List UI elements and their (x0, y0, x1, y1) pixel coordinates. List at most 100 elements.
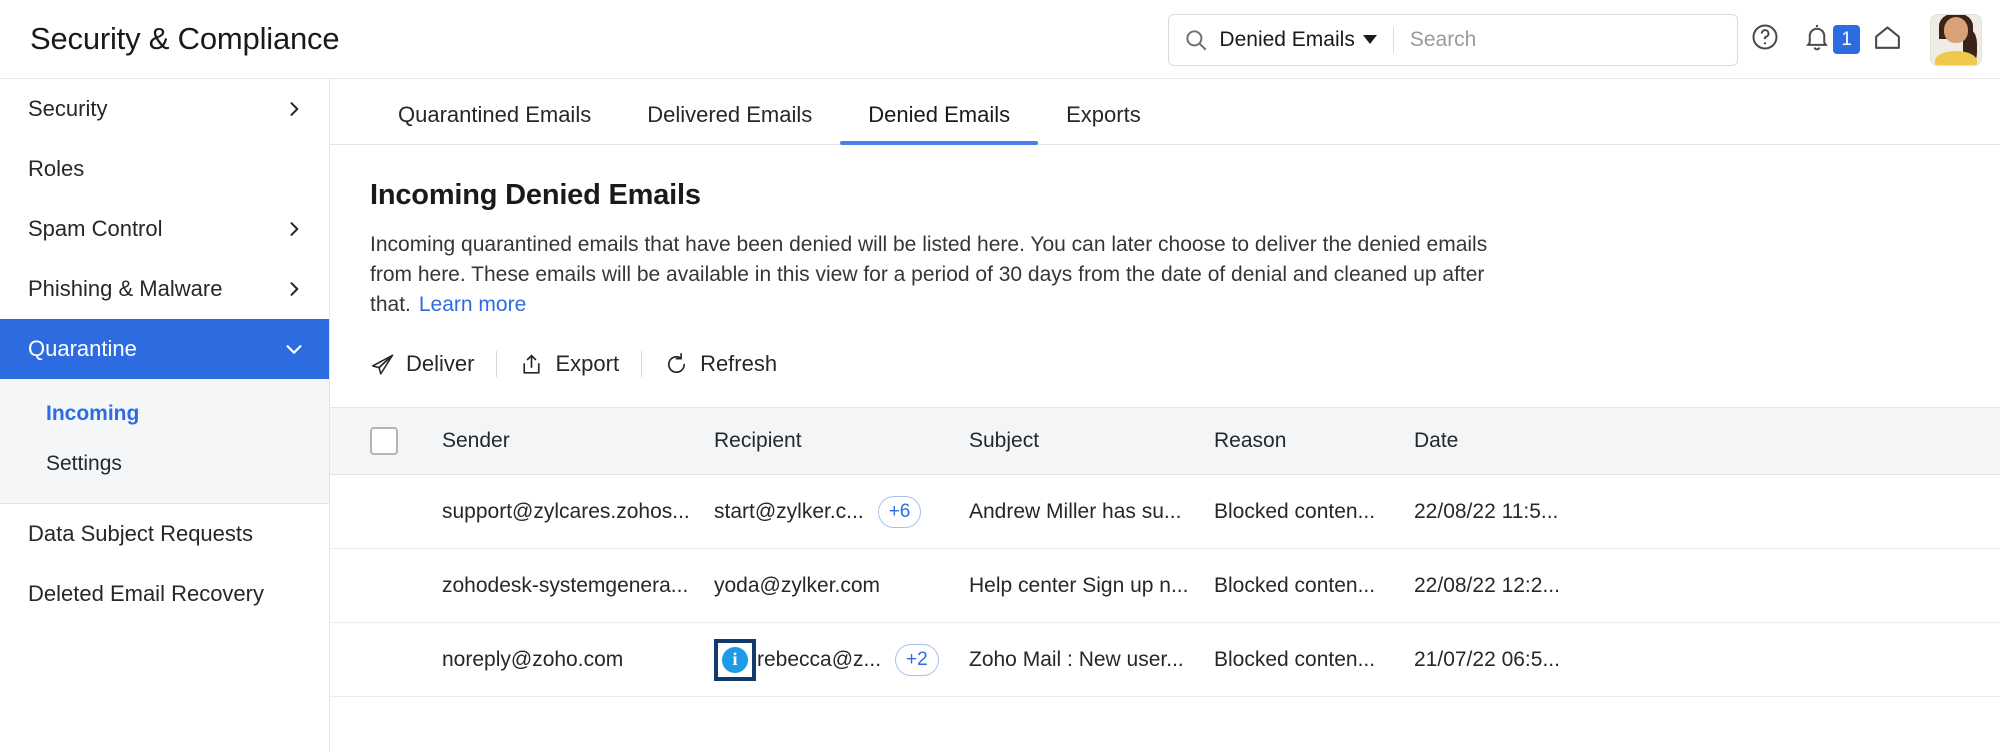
action-toolbar: Deliver Export Refresh (330, 345, 2000, 383)
help-button[interactable] (1738, 13, 1792, 67)
info-icon-focus-outline[interactable]: i (714, 638, 756, 681)
description-text: Incoming quarantined emails that have be… (370, 233, 1488, 316)
sidebar-item-roles[interactable]: Roles (0, 139, 329, 199)
cell-recipient: start@zylker.c... +6 (714, 495, 969, 528)
table-row[interactable]: support@zylcares.zohos... start@zylker.c… (330, 475, 2000, 550)
tab-label: Exports (1066, 102, 1141, 127)
cell-reason: Blocked conten... (1214, 573, 1376, 597)
top-bar-right-group: Denied Emails Search 1 (1168, 0, 2000, 79)
tab-delivered-emails[interactable]: Delivered Emails (619, 102, 840, 144)
sidebar-item-quarantine[interactable]: Quarantine (0, 319, 329, 379)
tab-denied-emails[interactable]: Denied Emails (840, 102, 1038, 145)
column-header-recipient[interactable]: Recipient (714, 429, 969, 453)
upload-box-icon (519, 352, 544, 377)
page-title: Security & Compliance (30, 21, 340, 56)
refresh-icon (664, 352, 689, 377)
content-area: Incoming Denied Emails Incoming quaranti… (330, 145, 2000, 752)
app-root: Security & Compliance Denied Emails Sear… (0, 0, 2000, 752)
tab-bar: Quarantined Emails Delivered Emails Deni… (330, 79, 2000, 145)
bell-icon (1802, 22, 1832, 57)
cell-date: 21/07/22 06:5... (1414, 647, 1560, 671)
refresh-button[interactable]: Refresh (664, 345, 795, 383)
table-row[interactable]: noreply@zoho.com i rebecca@z... +2 Zoho … (330, 623, 2000, 698)
row-select-cell (370, 646, 442, 674)
cell-sender: support@zylcares.zohos... (442, 499, 690, 523)
tab-label: Delivered Emails (647, 102, 813, 127)
chevron-down-icon (1362, 35, 1377, 44)
tab-quarantined-emails[interactable]: Quarantined Emails (370, 102, 619, 144)
paper-plane-icon (370, 352, 395, 377)
row-select-cell (370, 498, 442, 526)
top-bar: Security & Compliance Denied Emails Sear… (0, 0, 2000, 79)
sidebar-item-data-subject-requests[interactable]: Data Subject Requests (0, 504, 329, 564)
sidebar-item-label: Roles (28, 156, 85, 181)
export-button[interactable]: Export (519, 345, 637, 383)
cell-recipient: i rebecca@z... +2 (714, 638, 969, 681)
section-title: Incoming Denied Emails (370, 179, 701, 211)
sidebar-item-label: Quarantine (28, 336, 137, 361)
cell-sender: noreply@zoho.com (442, 647, 624, 671)
cell-reason: Blocked conten... (1214, 499, 1376, 523)
sidebar-subgroup-quarantine: Incoming Settings (0, 379, 329, 504)
deliver-button[interactable]: Deliver (370, 345, 492, 383)
chevron-right-icon (283, 218, 305, 240)
info-icon[interactable]: i (722, 646, 748, 673)
chevron-down-icon (283, 338, 305, 360)
table-header-row: Sender Recipient Subject Reason Date (330, 407, 2000, 476)
column-header-date[interactable]: Date (1414, 429, 1644, 453)
tab-exports[interactable]: Exports (1038, 102, 1169, 144)
cell-reason: Blocked conten... (1214, 647, 1376, 671)
main-content: Quarantined Emails Delivered Emails Deni… (330, 79, 2000, 752)
search-scope-selector[interactable]: Denied Emails (1219, 27, 1377, 52)
recipient-text: rebecca@z... (757, 647, 882, 671)
body-container: Security Roles Spam Control Phishing & M… (0, 79, 2000, 752)
toolbar-divider (496, 351, 498, 378)
search-divider (1392, 26, 1394, 53)
column-header-reason[interactable]: Reason (1214, 429, 1414, 453)
avatar[interactable] (1930, 13, 1982, 66)
recipient-more-badge[interactable]: +6 (877, 495, 922, 528)
sidebar-item-label: Deleted Email Recovery (28, 581, 264, 606)
avatar-face (1944, 16, 1968, 43)
sidebar-item-spam-control[interactable]: Spam Control (0, 199, 329, 259)
denied-emails-table: Sender Recipient Subject Reason Date sup… (330, 407, 2000, 698)
sidebar-item-settings[interactable]: Settings (0, 439, 329, 489)
select-all-cell (370, 427, 442, 456)
notification-badge: 1 (1833, 25, 1860, 54)
home-button[interactable] (1860, 13, 1914, 67)
tab-label: Quarantined Emails (398, 102, 592, 127)
sidebar-subitem-label: Incoming (46, 402, 140, 425)
cell-date: 22/08/22 12:2... (1414, 573, 1560, 597)
home-icon (1872, 22, 1903, 58)
sidebar-item-label: Spam Control (28, 216, 163, 241)
deliver-label: Deliver (406, 351, 475, 377)
recipient-text: start@zylker.c... (714, 499, 864, 523)
search-scope-label: Denied Emails (1219, 27, 1355, 51)
export-label: Export (555, 351, 620, 377)
cell-date: 22/08/22 11:5... (1414, 499, 1559, 523)
search-box[interactable]: Denied Emails (1168, 13, 1739, 66)
column-header-subject[interactable]: Subject (969, 429, 1214, 453)
section-description: Incoming quarantined emails that have be… (330, 230, 1520, 319)
sidebar-item-label: Security (28, 96, 108, 121)
recipient-more-badge[interactable]: +2 (895, 643, 939, 676)
table-row[interactable]: zohodesk-systemgenera... yoda@zylker.com… (330, 549, 2000, 624)
sidebar-item-incoming[interactable]: Incoming (0, 389, 329, 439)
sidebar: Security Roles Spam Control Phishing & M… (0, 79, 330, 752)
learn-more-link[interactable]: Learn more (419, 293, 526, 316)
sidebar-item-deleted-email-recovery[interactable]: Deleted Email Recovery (0, 564, 329, 624)
notifications-button[interactable]: 1 (1802, 22, 1860, 57)
select-all-checkbox[interactable] (370, 427, 398, 456)
cell-subject: Andrew Miller has su... (969, 499, 1182, 523)
row-select-cell (370, 572, 442, 600)
sidebar-item-phishing-malware[interactable]: Phishing & Malware (0, 259, 329, 319)
sidebar-item-security[interactable]: Security (0, 79, 329, 139)
cell-subject: Zoho Mail : New user... (969, 647, 1184, 671)
search-input[interactable] (1409, 27, 1724, 52)
refresh-label: Refresh (700, 351, 778, 377)
help-circle-icon (1750, 22, 1780, 57)
sidebar-subitem-label: Settings (46, 452, 122, 475)
cell-subject: Help center Sign up n... (969, 573, 1189, 597)
column-header-sender[interactable]: Sender (442, 429, 714, 453)
sidebar-item-label: Data Subject Requests (28, 521, 254, 546)
